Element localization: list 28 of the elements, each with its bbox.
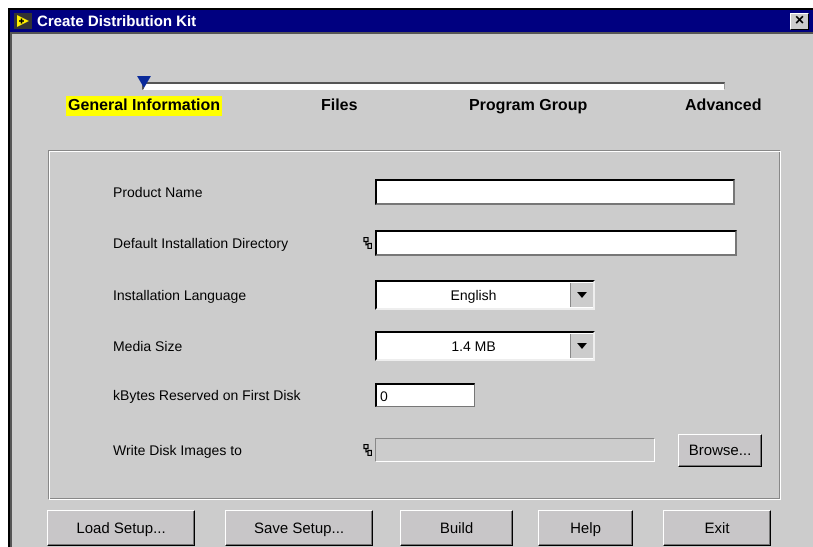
field-label: kBytes Reserved on First Disk bbox=[113, 387, 300, 403]
dropdown[interactable]: English bbox=[375, 280, 595, 310]
step-tab[interactable]: Files bbox=[319, 96, 360, 116]
dialog-button[interactable]: Exit bbox=[663, 510, 771, 546]
path-icon bbox=[363, 444, 372, 456]
window-title: Create Distribution Kit bbox=[37, 12, 198, 30]
step-tab[interactable]: Advanced bbox=[683, 96, 764, 116]
dialog-button[interactable]: Load Setup... bbox=[47, 510, 195, 546]
dropdown[interactable]: 1.4 MB bbox=[375, 331, 595, 361]
step-tab[interactable]: Program Group bbox=[467, 96, 590, 116]
slider-pointer[interactable] bbox=[137, 76, 151, 88]
field-label: Default Installation Directory bbox=[113, 235, 288, 251]
step-tab[interactable]: General Information bbox=[66, 96, 222, 116]
field-label: Media Size bbox=[113, 338, 182, 354]
app-icon bbox=[14, 13, 32, 29]
field-label: Write Disk Images to bbox=[113, 442, 242, 458]
path-field[interactable] bbox=[375, 230, 737, 256]
caret-icon bbox=[577, 343, 587, 349]
dialog-button[interactable]: Save Setup... bbox=[225, 510, 373, 546]
close-button[interactable]: × bbox=[790, 12, 809, 30]
path-icon bbox=[363, 237, 372, 249]
field-label: Installation Language bbox=[113, 287, 246, 303]
field-label: Product Name bbox=[113, 184, 202, 200]
dialog-button[interactable]: Help bbox=[538, 510, 633, 546]
dialog-button[interactable]: Build bbox=[400, 510, 513, 546]
caret-icon bbox=[577, 292, 587, 298]
number-field[interactable]: 0 bbox=[375, 383, 475, 407]
text-field[interactable] bbox=[375, 179, 735, 205]
